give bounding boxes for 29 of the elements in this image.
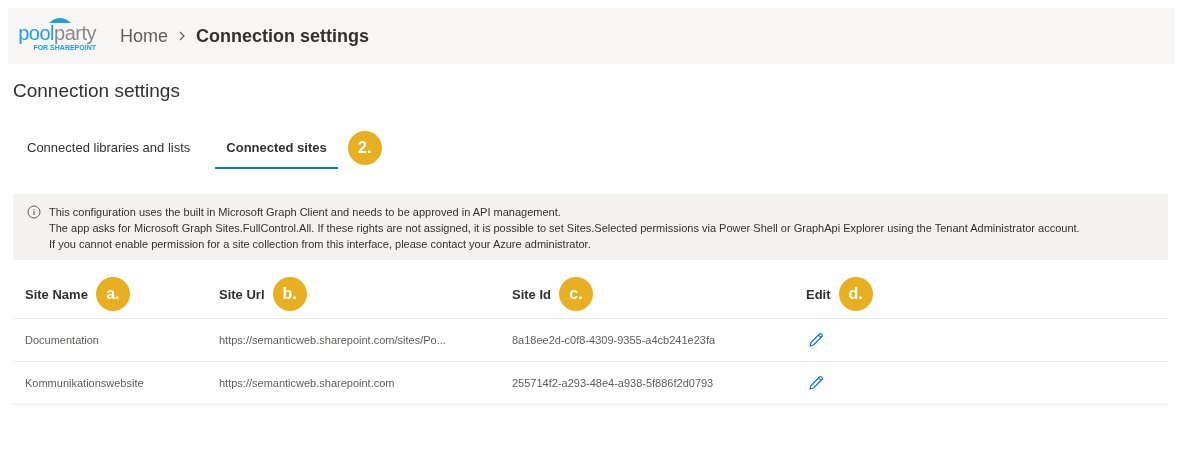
table-cell: Documentation (25, 334, 99, 346)
info-text: This configuration uses the built in Microsoft Graph Client and needs to be approved in API management. (49, 205, 562, 220)
step-badge: a. (95, 277, 130, 311)
table-cell: 8a18ee2d-c0f8-4309-9355-a4cb241e23fa (512, 334, 716, 346)
table-cell: https://semanticweb.sharepoint.com/sites/Po... (219, 334, 446, 346)
step-badge: d. (838, 277, 873, 311)
umbrella-icon (48, 15, 72, 24)
page-title: Connection settings (13, 80, 181, 102)
table-cell: Kommunikationswebsite (25, 377, 144, 389)
step-badge: c. (559, 277, 593, 311)
info-text: If you cannot enable permission for a site collection from this interface, please contact your Azure administrator. (49, 237, 592, 252)
edit-icon[interactable] (808, 375, 824, 391)
info-text: The app asks for Microsoft Graph Sites.FullControl.All. If these rights are not assigned, it is possible to set Sites.Selected permissions via Power Shell or GraphApi Explorer using the Tenant Administrator account. (49, 221, 1080, 236)
chevron-icon (178, 30, 186, 42)
breadcrumb-link[interactable]: Home (120, 25, 168, 47)
table-cell: https://semanticweb.sharepoint.com (219, 377, 395, 389)
column-header: Edit (806, 286, 831, 302)
step-badge: b. (272, 277, 307, 311)
step-badge: 2. (347, 131, 382, 165)
breadcrumb-current: Connection settings (196, 25, 370, 47)
info-icon (27, 205, 41, 219)
logo-text: poolparty (18, 21, 96, 44)
edit-icon[interactable] (808, 332, 824, 348)
table-cell: 255714f2-a293-48e4-a938-5f886f2d0793 (512, 377, 714, 389)
tab[interactable]: Connected sites (215, 127, 338, 169)
tab[interactable]: Connected libraries and lists (16, 127, 202, 169)
column-header: Site Id (512, 286, 551, 302)
column-header: Site Url (219, 286, 265, 302)
column-header: Site Name (25, 286, 88, 302)
